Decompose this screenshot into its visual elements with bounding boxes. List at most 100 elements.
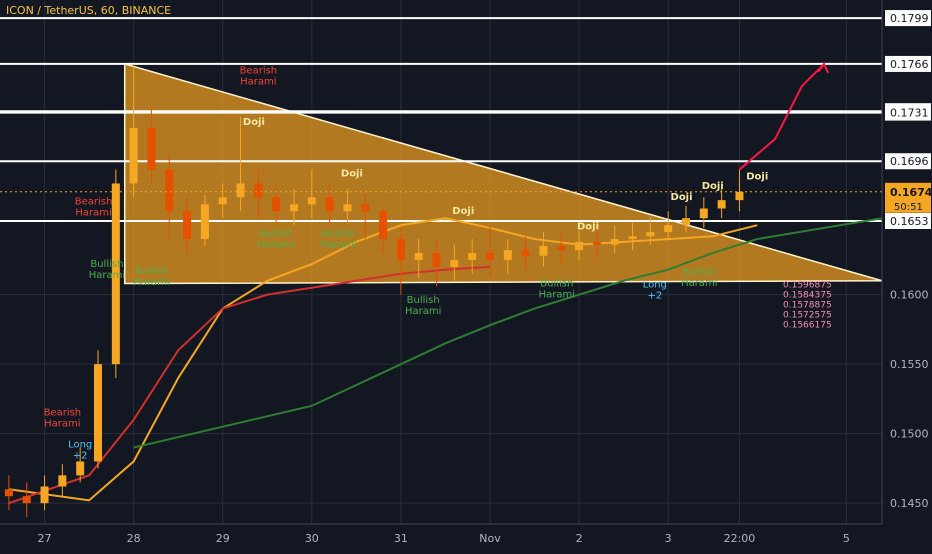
candle-body [129,127,138,184]
candle-body [610,239,619,245]
pattern-label: Doji [577,221,599,232]
candle-body [343,204,352,212]
pattern-label-line2: Harami [44,419,80,430]
time-tick-label: 29 [216,532,230,545]
candle-body [682,218,690,226]
candle-body [58,475,67,487]
candle-body [396,239,405,260]
candle-body [646,232,655,237]
candle-body [165,169,174,212]
pattern-label-line2: Harami [240,77,276,88]
time-tick-label: 27 [38,532,52,545]
candle-body [254,183,263,198]
price-tick-label: 0.1550 [890,358,929,371]
candle-body [486,252,494,260]
candle-body [379,211,388,240]
candle-body [361,204,370,212]
candle-body [628,236,637,240]
current-price-label: 0.1674 [890,186,932,199]
candle-body [432,252,441,267]
pattern-label-line2: Harami [405,306,441,317]
level-price-label: 0.1799 [890,12,929,25]
candle-body [325,197,334,212]
price-tick-label: 0.1600 [890,289,929,302]
candle-body [699,208,708,219]
candle-body [521,250,530,256]
pattern-label: Bullish [407,295,440,306]
ladder-value: 0.1596875 [783,281,832,291]
ladder-value: 0.1566175 [783,321,832,331]
time-tick-label: 3 [665,532,672,545]
candle-body [450,259,459,267]
ladder-value: 0.1572575 [783,311,832,321]
candle-body [236,183,245,198]
pattern-label: Long [68,440,92,451]
pattern-label: Bullish [90,259,123,270]
candle-body [575,241,584,251]
candle-body [717,200,726,209]
price-chart[interactable]: BearishHaramiBearishHaramiBearishHaramiB… [0,0,932,550]
candle-body [539,246,548,256]
candle-body [290,204,298,212]
pattern-label: Doji [341,169,363,180]
pattern-label: Bullish [260,228,293,239]
pattern-label-line2: Harami [75,207,111,218]
time-tick-label: 31 [394,532,408,545]
pattern-label: Long [643,280,667,291]
candle-body [200,204,209,240]
price-axis-panel [882,0,932,550]
candle-body [147,127,156,170]
ladder-value: 0.1584375 [783,291,832,301]
pattern-label: Doji [452,206,474,217]
pattern-label: Bullish [322,228,355,239]
pattern-label: Doji [746,171,768,182]
candle-body [557,246,566,251]
level-price-label: 0.1653 [890,215,929,228]
candle-body [414,252,423,260]
pattern-label: Bearish [75,196,113,207]
time-tick-label: 2 [576,532,583,545]
candle-body [4,489,13,497]
pattern-label: Bullish [683,267,716,278]
candle-body [272,197,281,212]
pattern-label-line2: +2 [73,451,88,462]
level-price-label: 0.1731 [890,107,929,120]
level-price-label: 0.1696 [890,155,929,168]
candle-body [40,486,49,504]
candle-body [307,197,316,205]
pattern-label-line2: Harami [133,277,169,288]
pattern-label: Doji [702,181,724,192]
pattern-label: Bearish [44,408,82,419]
pattern-label-line2: Harami [89,270,125,281]
candle-body [664,225,673,233]
time-tick-label: 28 [127,532,141,545]
chart-root: ICON / TetherUS, 60, BINANCE Bearish Hara… [0,0,932,550]
price-tick-label: 0.1450 [890,497,929,510]
candle-body [22,496,31,504]
pattern-label: Bearish [240,66,278,77]
candle-body [468,252,477,260]
candle-body [218,197,227,205]
pattern-label-line2: Harami [320,239,356,250]
pattern-label: Bullish [540,278,573,289]
pattern-label: Bullish [135,266,168,277]
countdown-label: 50:51 [894,202,923,213]
pattern-label-line2: Harami [681,278,717,289]
pattern-label-line2: Harami [258,239,294,250]
pattern-label: Doji [243,117,265,128]
candle-body [183,211,192,240]
candle-body [76,461,85,476]
time-tick-label: Nov [479,532,501,545]
candle-body [94,364,102,462]
ladder-value: 0.1578875 [783,301,832,311]
pattern-label-line2: Harami [539,289,575,300]
price-tick-label: 0.1500 [890,428,929,441]
pattern-label: Doji [671,192,693,203]
candle-body [592,241,601,245]
time-tick-label: 30 [305,532,319,545]
time-tick-label: 22:00 [724,532,756,545]
pattern-label-line2: +2 [647,291,662,302]
candle-body [503,250,512,260]
time-tick-label: 5 [843,532,850,545]
candle-body [735,191,744,201]
